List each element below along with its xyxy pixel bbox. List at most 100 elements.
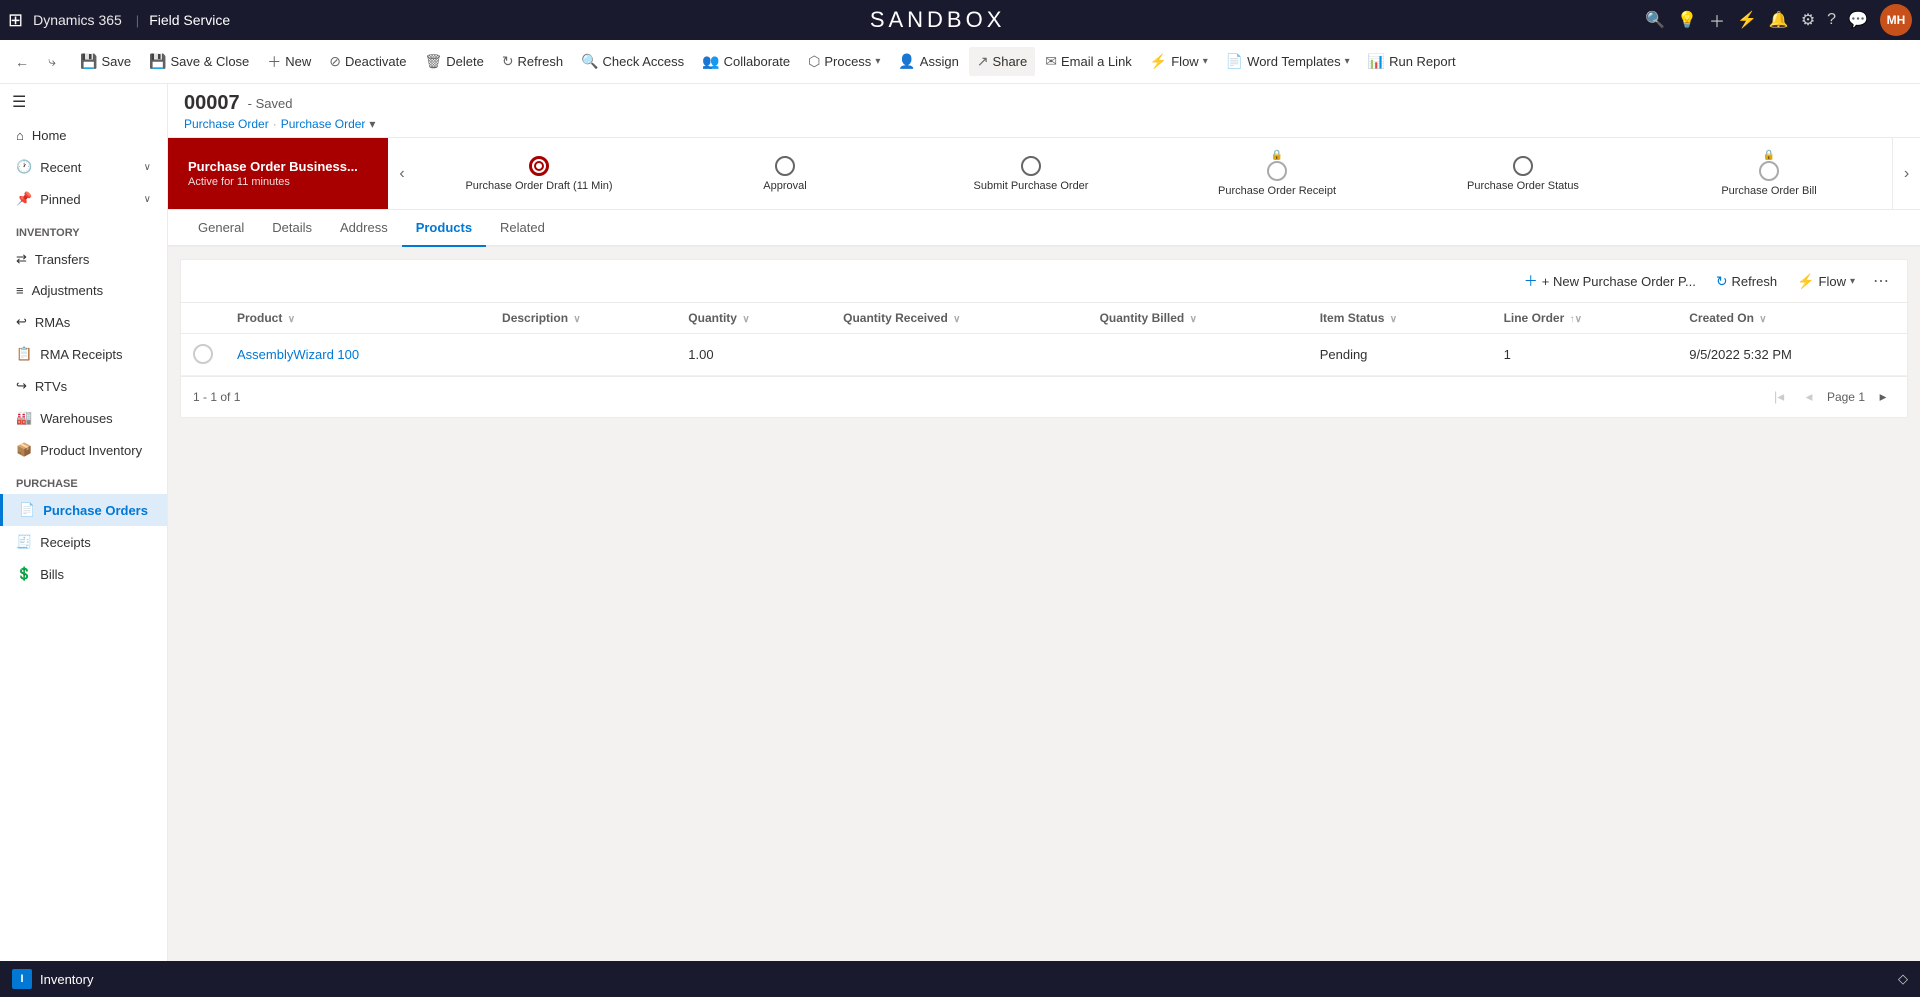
page-label: Page 1: [1827, 390, 1865, 404]
row-checkbox-cell[interactable]: [181, 334, 225, 376]
bpf-step-approval[interactable]: Approval: [662, 148, 908, 200]
breadcrumb-link-1[interactable]: Purchase Order: [184, 117, 269, 131]
sidebar-item-receipts[interactable]: 🧾 Receipts: [0, 526, 167, 558]
assign-button[interactable]: 👤 Assign: [890, 47, 966, 76]
sidebar-item-rma-receipts[interactable]: 📋 RMA Receipts: [0, 338, 167, 370]
new-button[interactable]: ＋ New: [259, 46, 319, 78]
bpf-prev-button[interactable]: ‹: [388, 138, 416, 209]
top-navigation: ⊞ Dynamics 365 | Field Service SANDBOX 🔍…: [0, 0, 1920, 40]
th-qty-billed[interactable]: Quantity Billed ∨: [1088, 303, 1308, 334]
transfers-label: Transfers: [35, 252, 89, 267]
sidebar-item-rmas[interactable]: ↩ RMAs: [0, 306, 167, 338]
record-number: 00007: [184, 92, 240, 115]
th-product[interactable]: Product ∨: [225, 303, 490, 334]
share-button[interactable]: ↗ Share: [969, 47, 1035, 76]
grid-more-button[interactable]: ⋯: [1867, 267, 1895, 295]
sidebar-group-purchase: Purchase: [0, 466, 167, 494]
save-close-button[interactable]: 💾 Save & Close: [141, 47, 257, 76]
description-sort-icon: ∨: [573, 314, 580, 325]
lightbulb-icon[interactable]: 💡: [1677, 10, 1697, 30]
run-report-button[interactable]: 📊 Run Report: [1360, 47, 1464, 76]
top-nav-icons: 🔍 💡 ＋ ⚡ 🔔 ⚙ ? 💬 MH: [1645, 4, 1912, 36]
bpf-step-receipt[interactable]: 🔒 Purchase Order Receipt: [1154, 142, 1400, 205]
page-next-button[interactable]: ▸: [1871, 385, 1895, 409]
word-templates-icon: 📄: [1226, 53, 1243, 70]
check-access-button[interactable]: 🔍 Check Access: [573, 47, 692, 76]
content-area: 00007 - Saved Purchase Order · Purchase …: [168, 84, 1920, 961]
word-templates-button[interactable]: 📄 Word Templates ▾: [1218, 47, 1358, 76]
tab-address[interactable]: Address: [326, 210, 402, 247]
chat-icon[interactable]: 💬: [1848, 10, 1868, 30]
collaborate-button[interactable]: 👥 Collaborate: [694, 47, 798, 76]
back-button[interactable]: ←: [8, 48, 36, 76]
settings-icon[interactable]: ⚙: [1801, 10, 1815, 30]
th-quantity[interactable]: Quantity ∨: [676, 303, 831, 334]
page-first-button[interactable]: |◂: [1767, 385, 1791, 409]
process-button[interactable]: ⬡ Process ▾: [800, 47, 888, 76]
plus-icon[interactable]: ＋: [1709, 8, 1725, 32]
email-link-button[interactable]: ✉ Email a Link: [1037, 47, 1140, 76]
grid-refresh-button[interactable]: ↻ Refresh: [1708, 268, 1785, 295]
tab-products[interactable]: Products: [402, 210, 486, 247]
grid-flow-button[interactable]: ⚡ Flow ▾: [1789, 268, 1863, 295]
grid-flow-icon: ⚡: [1797, 273, 1814, 290]
bpf-active-stage[interactable]: Purchase Order Business... Active for 11…: [168, 138, 388, 209]
breadcrumb-link-2[interactable]: Purchase Order: [281, 117, 366, 131]
sidebar-item-warehouses[interactable]: 🏭 Warehouses: [0, 402, 167, 434]
bills-label: Bills: [40, 567, 64, 582]
sidebar-item-bills[interactable]: 💲 Bills: [0, 558, 167, 590]
bottom-bar-icon: I: [12, 969, 32, 989]
sidebar-item-adjustments[interactable]: ≡ Adjustments: [0, 275, 167, 306]
th-item-status[interactable]: Item Status ∨: [1308, 303, 1492, 334]
sidebar-item-pinned[interactable]: 📌 Pinned ∨: [0, 183, 167, 215]
bpf-step-draft-circle: [529, 156, 549, 176]
breadcrumb-dropdown-icon[interactable]: ▾: [369, 117, 375, 131]
pinned-chevron-icon: ∨: [144, 194, 151, 205]
delete-button[interactable]: 🗑 Delete: [416, 47, 491, 76]
sidebar-item-transfers[interactable]: ⇄ Transfers: [0, 243, 167, 275]
forward-button[interactable]: ⤷: [38, 48, 66, 76]
help-icon[interactable]: ?: [1827, 11, 1836, 29]
bpf-step-draft[interactable]: Purchase Order Draft (11 Min): [416, 148, 662, 200]
sidebar-hamburger[interactable]: ☰: [0, 84, 167, 120]
save-button[interactable]: 💾 Save: [72, 47, 139, 76]
th-line-order[interactable]: Line Order ↑∨: [1492, 303, 1678, 334]
grid-new-button[interactable]: ＋ + New Purchase Order P...: [1516, 266, 1704, 296]
th-qty-received[interactable]: Quantity Received ∨: [831, 303, 1087, 334]
th-description[interactable]: Description ∨: [490, 303, 676, 334]
row-qty-billed-cell: [1088, 334, 1308, 376]
row-qty-received-cell: [831, 334, 1087, 376]
bpf-next-button[interactable]: ›: [1892, 138, 1920, 209]
bpf-step-bill[interactable]: 🔒 Purchase Order Bill: [1646, 142, 1892, 205]
tab-details[interactable]: Details: [258, 210, 326, 247]
bpf-step-submit[interactable]: Submit Purchase Order: [908, 148, 1154, 200]
bell-icon[interactable]: 🔔: [1769, 10, 1789, 30]
waffle-icon[interactable]: ⊞: [8, 10, 23, 31]
tab-general[interactable]: General: [184, 210, 258, 247]
th-created-on[interactable]: Created On ∨: [1677, 303, 1907, 334]
bpf-step-status[interactable]: Purchase Order Status: [1400, 148, 1646, 200]
sidebar-item-rtvs[interactable]: ↪ RTVs: [0, 370, 167, 402]
deactivate-button[interactable]: ⊘ Deactivate: [321, 47, 414, 76]
flow-dropdown-arrow: ▾: [1203, 56, 1208, 67]
sidebar-item-purchase-orders[interactable]: 📄 Purchase Orders: [0, 494, 167, 526]
tab-related[interactable]: Related: [486, 210, 559, 247]
adjustments-label: Adjustments: [32, 283, 104, 298]
nav-buttons: ← ⤷: [8, 48, 66, 76]
filter-icon[interactable]: ⚡: [1737, 10, 1757, 30]
sidebar-item-home[interactable]: ⌂ Home: [0, 120, 167, 151]
refresh-button[interactable]: ↻ Refresh: [494, 47, 571, 76]
quantity-sort-icon: ∨: [742, 314, 749, 325]
sidebar-item-recent[interactable]: 🕐 Recent ∨: [0, 151, 167, 183]
row-select-checkbox[interactable]: [193, 344, 213, 364]
avatar[interactable]: MH: [1880, 4, 1912, 36]
page-prev-button[interactable]: ◂: [1797, 385, 1821, 409]
word-templates-dropdown-arrow: ▾: [1345, 56, 1350, 67]
flow-button[interactable]: ⚡ Flow ▾: [1142, 47, 1216, 76]
search-icon[interactable]: 🔍: [1645, 10, 1665, 30]
row-product-cell[interactable]: AssemblyWizard 100: [225, 334, 490, 376]
sidebar-item-product-inventory[interactable]: 📦 Product Inventory: [0, 434, 167, 466]
bottom-bar: I Inventory ◇: [0, 961, 1920, 997]
flow-icon: ⚡: [1150, 53, 1167, 70]
warehouses-label: Warehouses: [40, 411, 113, 426]
